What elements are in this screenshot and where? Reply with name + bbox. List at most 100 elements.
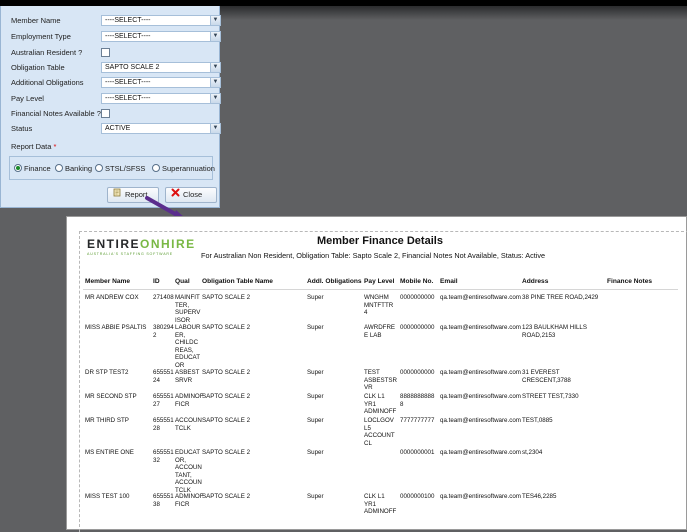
cell-email: qa.team@entiresoftware.com [440, 294, 521, 301]
radio-empty-icon[interactable] [152, 164, 160, 172]
cell-pay: LOCLGOV L5 ACCOUNT CL [364, 417, 395, 447]
report-icon [112, 188, 122, 202]
cell-table: SAPTO SCALE 2 [202, 369, 251, 376]
cell-email: qa.team@entiresoftware.com [440, 493, 521, 500]
cell-addl: Super [307, 369, 324, 376]
cell-pay: CLK L1 YR1 ADMINOFF [364, 493, 397, 515]
cell-id: 655551 32 [153, 449, 174, 464]
cell-email: qa.team@entiresoftware.com [440, 417, 521, 424]
cell-mobile: 7777777777 [400, 417, 435, 424]
cell-table: SAPTO SCALE 2 [202, 324, 251, 331]
radio-banking[interactable]: Banking [55, 164, 92, 173]
cell-id: 380294 2 [153, 324, 174, 339]
additional-obligations-label: Additional Obligations [11, 78, 84, 87]
radio-superannuation[interactable]: Superannuation [152, 164, 215, 173]
cell-pay: TEST ASBESTSR VR [364, 369, 398, 391]
col-obligation-table: Obligation Table Name [202, 278, 273, 285]
cell-table: SAPTO SCALE 2 [202, 393, 251, 400]
australian-resident-checkbox[interactable] [101, 48, 110, 57]
member-name-label: Member Name [11, 16, 61, 25]
col-finance-notes: Finance Notes [607, 278, 653, 285]
cell-id: 271408 [153, 294, 174, 301]
col-mobile: Mobile No. [400, 278, 434, 285]
additional-obligations-select[interactable]: ----SELECT---- ▼ [101, 77, 221, 88]
cell-mobile: 8888888888 8 [400, 393, 435, 408]
cell-qual: ASBEST SRVR [175, 369, 200, 384]
chevron-down-icon[interactable]: ▼ [210, 94, 220, 103]
cell-mobile: 0000000000 [400, 369, 435, 376]
cell-addl: Super [307, 493, 324, 500]
cell-pay: WNGHM MNTFTTR 4 [364, 294, 394, 316]
employment-type-select[interactable]: ----SELECT---- ▼ [101, 31, 221, 42]
cell-addl: Super [307, 294, 324, 301]
radio-empty-icon[interactable] [55, 164, 63, 172]
col-pay-level: Pay Level [364, 278, 395, 285]
company-logo: ENTIREONHIRE AUSTRALIA'S STAFFING SOFTWA… [87, 237, 196, 256]
cell-addl: Super [307, 393, 324, 400]
cell-address: 31 EVEREST CRESCENT,3788 [522, 369, 571, 384]
cell-name: MS ENTIRE ONE [85, 449, 134, 456]
obligation-table-select[interactable]: SAPTO SCALE 2 ▼ [101, 62, 221, 73]
cell-addl: Super [307, 324, 324, 331]
cell-mobile: 0000000100 [400, 493, 435, 500]
radio-finance[interactable]: Finance [14, 164, 51, 173]
cell-address: 38 PINE TREE ROAD,2429 [522, 294, 599, 301]
chevron-down-icon[interactable]: ▼ [210, 124, 220, 133]
radio-empty-icon[interactable] [95, 164, 103, 172]
financial-notes-label: Financial Notes Available ? [11, 109, 101, 118]
cell-name: MR SECOND STP [85, 393, 137, 400]
cell-pay: AWRDFRE E LAB [364, 324, 396, 339]
member-name-select[interactable]: ----SELECT---- ▼ [101, 15, 221, 26]
financial-notes-checkbox[interactable] [101, 109, 110, 118]
cell-mobile: 0000000000 [400, 324, 435, 331]
report-preview: ENTIREONHIRE AUSTRALIA'S STAFFING SOFTWA… [66, 216, 687, 532]
cell-qual: ADMINOF FICR [175, 493, 204, 508]
cell-email: qa.team@entiresoftware.com [440, 324, 521, 331]
top-bar-shadow [220, 6, 687, 20]
report-data-label: Report Data * [11, 142, 57, 151]
radio-selected-icon[interactable] [14, 164, 22, 172]
cell-address: st,2304 [522, 449, 543, 456]
cell-address: 123 BAULKHAM HILLS ROAD,2153 [522, 324, 587, 339]
cell-address: TEST,0885 [522, 417, 553, 424]
australian-resident-label: Australian Resident ? [11, 48, 83, 57]
col-address: Address [522, 278, 549, 285]
cell-email: qa.team@entiresoftware.com [440, 393, 521, 400]
cell-id: 655551 38 [153, 493, 174, 508]
cell-mobile: 0000000000 [400, 294, 435, 301]
cell-qual: LABOUR ER, CHILDC REAS, EDUCAT OR [175, 324, 201, 369]
cell-table: SAPTO SCALE 2 [202, 493, 251, 500]
chevron-down-icon[interactable]: ▼ [210, 16, 220, 25]
report-title: Member Finance Details [317, 235, 443, 247]
cell-table: SAPTO SCALE 2 [202, 294, 251, 301]
cell-name: MISS ABBIE PSALTIS [85, 324, 147, 331]
cell-table: SAPTO SCALE 2 [202, 417, 251, 424]
report-filter-panel: Member Name ----SELECT---- ▼ Employment … [0, 6, 221, 208]
radio-stsl-sfss[interactable]: STSL/SFSS [95, 164, 145, 173]
col-email: Email [440, 278, 458, 285]
cell-qual: EDUCAT OR, ACCOUN TANT, ACCOUN TCLK [175, 449, 202, 494]
cell-qual: MAINFIT TER, SUPERV ISOR [175, 294, 201, 324]
cell-name: MR THIRD STP [85, 417, 129, 424]
report-data-radio-group: Finance Banking STSL/SFSS Superannuation [9, 156, 215, 180]
col-addl-obligations: Addl. Obligations [307, 278, 362, 285]
cell-name: MR ANDREW COX [85, 294, 139, 301]
chevron-down-icon[interactable]: ▼ [210, 78, 220, 87]
status-select[interactable]: ACTIVE ▼ [101, 123, 221, 134]
status-label: Status [11, 124, 33, 133]
header-divider [83, 289, 678, 290]
chevron-down-icon[interactable]: ▼ [210, 32, 220, 41]
cell-id: 655551 24 [153, 369, 174, 384]
cell-mobile: 0000000001 [400, 449, 435, 456]
cell-address: STREET TEST,7330 [522, 393, 579, 400]
cell-name: MISS TEST 100 [85, 493, 130, 500]
cell-email: qa.team@entiresoftware.com [440, 369, 521, 376]
cell-address: TES46,2285 [522, 493, 557, 500]
cell-pay: CLK L1 YR1 ADMINOFF [364, 393, 397, 415]
chevron-down-icon[interactable]: ▼ [210, 63, 220, 72]
cell-qual: ACCOUN TCLK [175, 417, 202, 432]
col-member-name: Member Name [85, 278, 131, 285]
cell-name: DR STP TEST2 [85, 369, 129, 376]
pay-level-select[interactable]: ----SELECT---- ▼ [101, 93, 221, 104]
required-marker: * [53, 142, 57, 151]
